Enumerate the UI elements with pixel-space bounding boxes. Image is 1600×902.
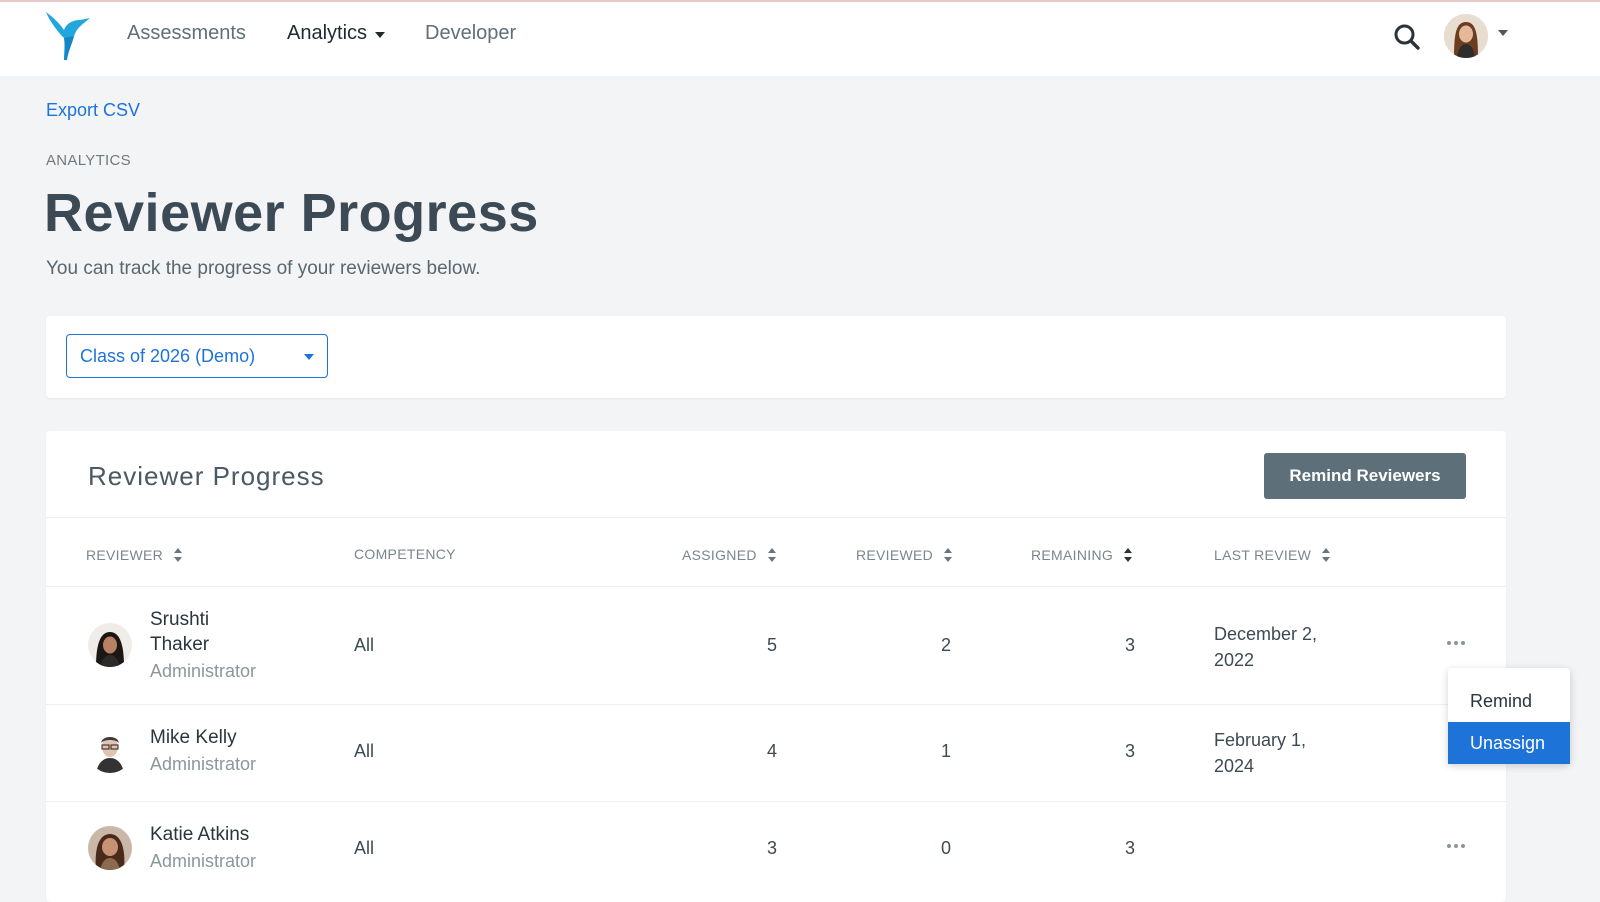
col-header-assigned-label: ASSIGNED [682,547,757,563]
nav-developer[interactable]: Developer [425,22,516,45]
user-avatar[interactable] [1444,14,1488,58]
table-row: Srushti Thaker Administrator All 5 2 3 D… [46,587,1506,704]
remind-reviewers-button[interactable]: Remind Reviewers [1264,453,1466,499]
page-title: Reviewer Progress [44,183,539,243]
remaining-cell: 3 [1124,635,1135,655]
col-header-last-review-label: LAST REVIEW [1214,547,1312,563]
card-title: Reviewer Progress [88,461,325,491]
cohort-select[interactable]: Class of 2026 (Demo) [66,334,328,378]
reviewer-name: Mike Kelly Administrator [150,725,256,775]
avatar [88,826,132,870]
sort-icon [174,548,183,562]
section-label: ANALYTICS [46,152,131,169]
menu-item-remind[interactable]: Remind [1448,680,1570,722]
caret-down-icon [304,354,314,360]
reviewer-role: Administrator [150,754,257,774]
col-header-remaining-label: REMAINING [1031,547,1114,563]
col-header-competency: COMPETENCY [354,546,456,562]
competency-cell: All [354,741,375,761]
reviewer-progress-card: Reviewer Progress Remind Reviewers REVIE… [46,431,1506,902]
filter-card: Class of 2026 (Demo) [46,316,1506,398]
sort-icon [1322,548,1331,562]
cohort-select-value: Class of 2026 (Demo) [80,345,256,366]
reviewed-cell: 2 [940,635,951,655]
assigned-cell: 3 [766,838,777,858]
nav-developer-label: Developer [425,22,517,44]
reviewer-name: Srushti Thaker Administrator [150,607,256,682]
avatar [88,729,132,773]
remaining-cell: 3 [1124,838,1135,858]
col-header-assigned[interactable]: ASSIGNED [682,546,777,564]
user-avatar-image [1444,14,1488,58]
row-actions-menu: Remind Unassign [1448,668,1570,764]
reviewer-full-name: Mike Kelly [150,727,237,748]
reviewer-first-name: Srushti [150,609,210,630]
more-dots-icon[interactable] [1446,639,1466,647]
more-dots-icon[interactable] [1446,842,1466,850]
reviewed-cell: 0 [940,838,951,858]
divider [46,517,1506,518]
top-navbar: Assessments Analytics Developer [0,2,1600,76]
col-header-reviewer[interactable]: REVIEWER [86,546,183,564]
last-review-date-line1: December 2, [1214,624,1318,644]
col-header-reviewer-label: REVIEWER [86,547,164,563]
caret-down-icon [375,32,386,38]
search-icon[interactable] [1392,22,1422,52]
nav-assessments-label: Assessments [127,22,246,44]
menu-item-unassign[interactable]: Unassign [1448,722,1570,764]
reviewer-role: Administrator [150,661,257,681]
col-header-remaining[interactable]: REMAINING [1031,546,1133,564]
assigned-cell: 4 [766,741,777,761]
nav-analytics-label: Analytics [287,22,368,44]
avatar [88,623,132,667]
competency-cell: All [354,635,375,655]
nav-assessments[interactable]: Assessments [127,22,246,45]
sort-icon [767,548,776,562]
export-csv-link[interactable]: Export CSV [46,100,140,121]
reviewer-full-name: Katie Atkins [150,824,250,845]
reviewed-cell: 1 [940,741,951,761]
col-header-last-review[interactable]: LAST REVIEW [1214,546,1331,564]
last-review-date-line2: 2022 [1214,650,1255,670]
last-review-date-line1: February 1, [1214,730,1307,750]
col-header-reviewed[interactable]: REVIEWED [856,546,953,564]
reviewer-role: Administrator [150,851,257,871]
page-subtitle: You can track the progress of your revie… [46,258,481,279]
table-row: Katie Atkins Administrator All 3 0 3 [46,802,1506,898]
assigned-cell: 5 [766,635,777,655]
avatar-caret-down-icon[interactable] [1498,30,1508,36]
last-review-date-line2: 2024 [1214,756,1255,776]
remaining-cell: 3 [1124,741,1135,761]
reviewer-name: Katie Atkins Administrator [150,822,256,872]
col-header-competency-label: COMPETENCY [354,546,456,562]
table-row: Mike Kelly Administrator All 4 1 3 Febru… [46,705,1506,801]
col-header-reviewed-label: REVIEWED [856,547,934,563]
last-review-cell: February 1, 2024 [1214,727,1306,779]
sort-icon [1124,548,1133,562]
last-review-cell: December 2, 2022 [1214,621,1317,673]
competency-cell: All [354,838,375,858]
hummingbird-logo-icon[interactable] [44,8,94,62]
reviewer-last-name: Thaker [150,634,210,655]
sort-icon [944,548,953,562]
nav-analytics[interactable]: Analytics [287,22,386,45]
